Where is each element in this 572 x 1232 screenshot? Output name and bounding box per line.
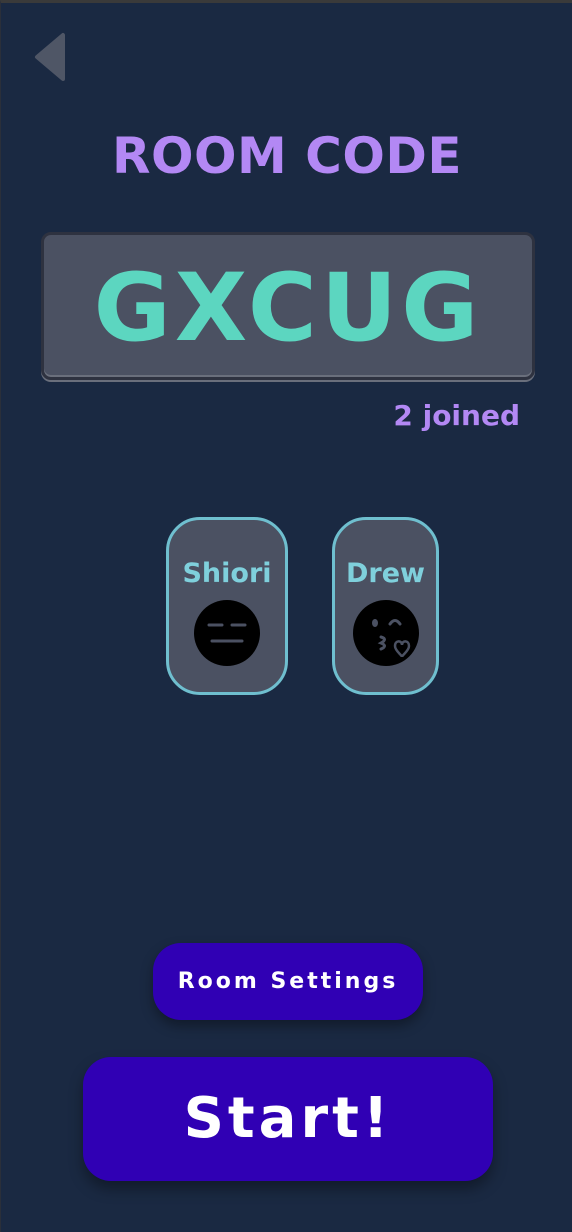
room-settings-button[interactable]: Room Settings [153,943,423,1020]
joined-count: 2 joined [393,399,520,432]
triangle-left-icon [35,33,65,81]
page-title: ROOM CODE [111,127,463,185]
room-code-box: GXCUG [41,232,535,380]
start-button[interactable]: Start! [83,1057,493,1181]
player-card: Shiori [166,517,288,695]
player-card: Drew [332,517,439,695]
back-button[interactable] [29,31,73,83]
player-name: Drew [346,558,425,589]
player-name: Shiori [182,558,272,589]
face-blowing-kiss-icon [352,600,419,666]
lobby-screen: ROOM CODE GXCUG 2 joined Shiori Drew Roo… [0,0,572,1232]
expressionless-face-icon [194,600,260,666]
room-code: GXCUG [93,254,483,363]
